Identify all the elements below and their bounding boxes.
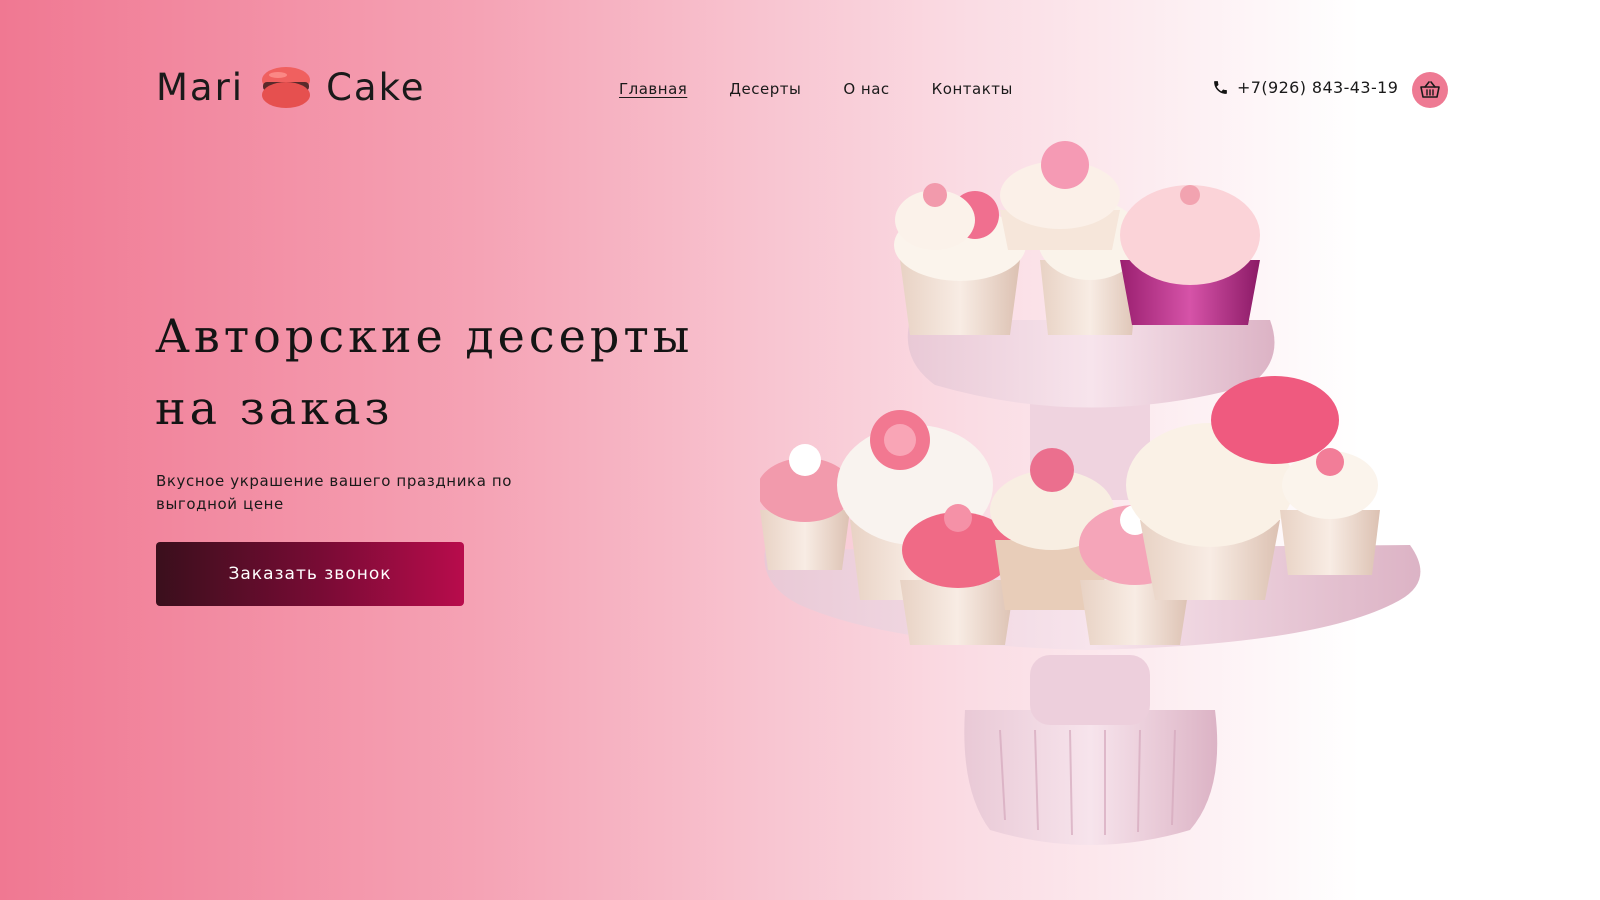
order-call-button[interactable]: Заказать звонок bbox=[156, 542, 464, 606]
cart-button[interactable] bbox=[1412, 72, 1448, 108]
cupcake-stand-illustration bbox=[760, 141, 1421, 845]
macaron-icon bbox=[262, 67, 311, 108]
phone-number: +7(926) 843-43-19 bbox=[1237, 78, 1399, 97]
nav-item-desserts[interactable]: Десерты bbox=[729, 80, 801, 98]
nav-item-about[interactable]: О нас bbox=[843, 80, 889, 98]
phone-contact[interactable]: +7(926) 843-43-19 bbox=[1212, 78, 1398, 97]
logo[interactable]: Mari Cake bbox=[156, 64, 425, 110]
hero-subtitle: Вкусное украшение вашего праздника по вы… bbox=[156, 472, 513, 513]
logo-text-right: Cake bbox=[326, 65, 426, 109]
hero-title: Авторские десерты на заказ bbox=[155, 309, 694, 435]
logo-text-left: Mari bbox=[156, 65, 245, 109]
nav-item-home[interactable]: Главная bbox=[619, 80, 687, 98]
nav-item-contacts[interactable]: Контакты bbox=[932, 80, 1013, 98]
main-nav: Главная Десерты О нас Контакты bbox=[619, 80, 1013, 98]
phone-icon bbox=[1214, 81, 1227, 94]
basket-icon bbox=[1420, 81, 1440, 98]
